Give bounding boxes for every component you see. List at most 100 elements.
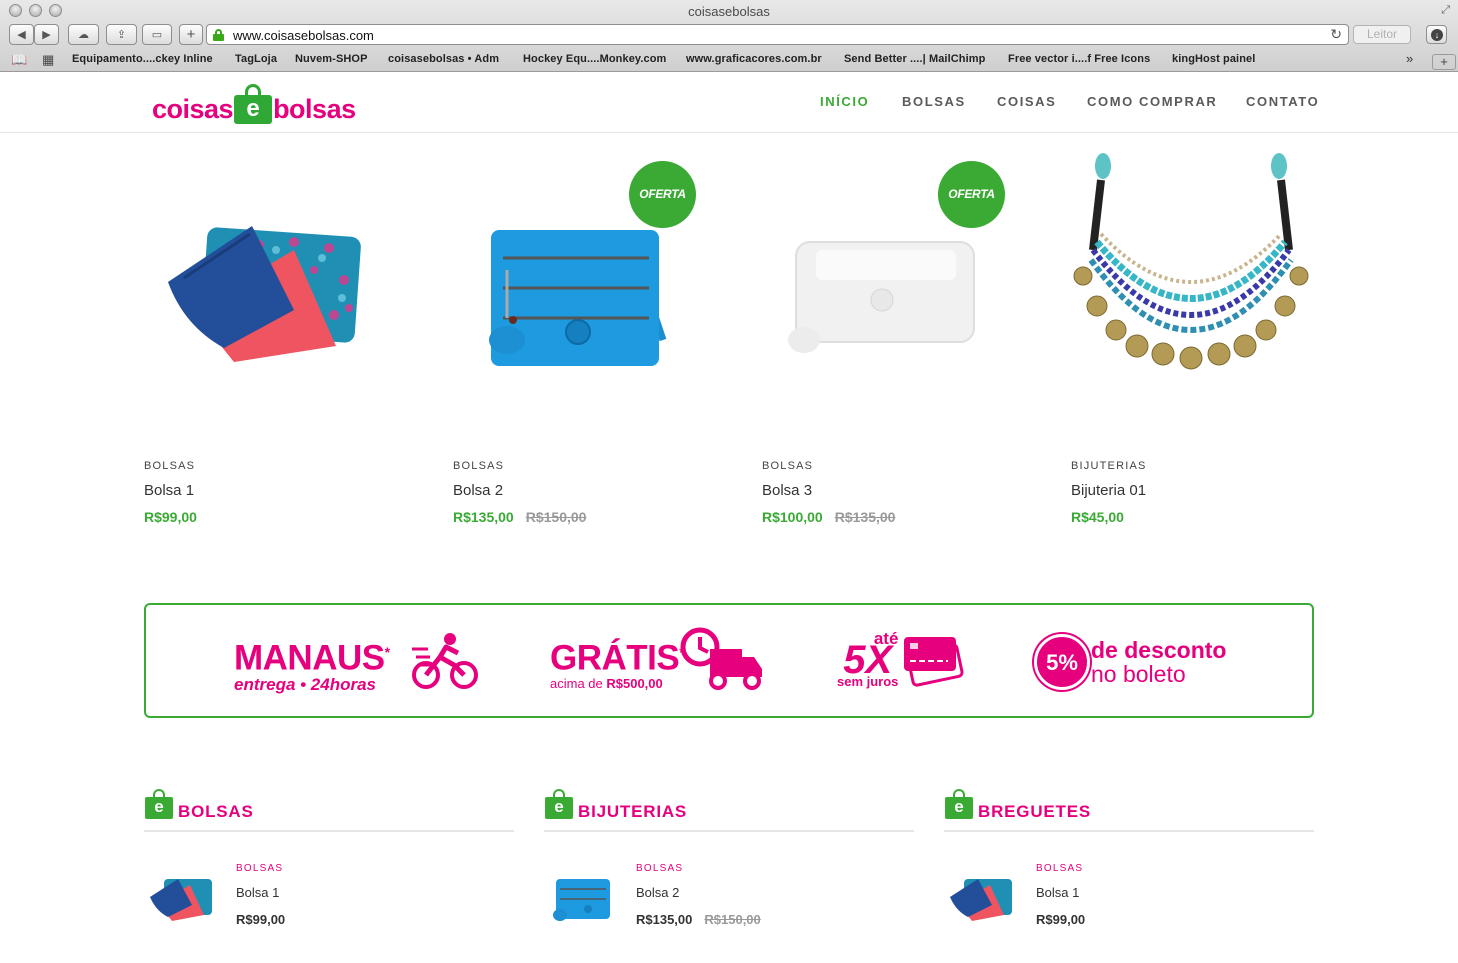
manaus-title: MANAUS: [234, 638, 385, 678]
product-category: BIJUTERIAS: [1071, 460, 1147, 472]
plus-icon: +: [186, 26, 196, 43]
product-category: BOLSAS: [144, 460, 196, 472]
item-category: BOLSAS: [1036, 863, 1084, 874]
discount-percent: 5%: [1034, 634, 1090, 690]
item-price: R$135,00: [636, 912, 693, 927]
item-name[interactable]: Bolsa 2: [636, 885, 679, 900]
url-text[interactable]: www.coisasebolsas.com: [233, 28, 374, 43]
section-title[interactable]: BOLSAS: [178, 802, 254, 822]
item-price-row: R$99,00: [1036, 912, 1085, 927]
fullscreen-icon[interactable]: ⤢: [1441, 4, 1450, 17]
section-header: e BOLSAS: [144, 785, 514, 832]
shopping-bag-icon: e: [545, 789, 573, 819]
discount-percent-badge: 5%: [1034, 634, 1090, 690]
nav-contato[interactable]: CONTATO: [1246, 94, 1319, 109]
pouch-set-image[interactable]: [144, 150, 384, 440]
title-bar: coisasebolsas ⤢: [0, 0, 1458, 22]
product-category: BOLSAS: [453, 460, 505, 472]
nav-bolsas[interactable]: BOLSAS: [902, 94, 966, 109]
reload-icon[interactable]: ↻: [1330, 26, 1342, 43]
nav-inicio[interactable]: INÍCIO: [820, 94, 869, 109]
necklace-image[interactable]: [1071, 150, 1311, 440]
back-arrow-icon: ◀: [17, 29, 26, 41]
bookmark-item[interactable]: Nuvem-SHOP: [295, 53, 368, 65]
reader-button[interactable]: Leitor: [1353, 25, 1411, 44]
product-price-row: R$99,00: [144, 509, 197, 525]
section-header: e BIJUTERIAS: [544, 785, 914, 832]
gratis-subtitle-prefix: acima de: [550, 675, 603, 691]
nav-coisas[interactable]: COISAS: [997, 94, 1056, 109]
logo-text-left: coisas: [152, 94, 234, 124]
site-logo[interactable]: coisas e bolsas: [152, 80, 356, 124]
item-category: BOLSAS: [636, 863, 684, 874]
address-bar[interactable]: www.coisasebolsas.com ↻: [206, 24, 1349, 45]
section-title[interactable]: BIJUTERIAS: [578, 802, 687, 822]
browser-chrome: coisasebolsas ⤢ ◀ ▶ ☁ ⇪ ▭ + www.coisaseb…: [0, 0, 1458, 72]
bookmark-item[interactable]: coisasebolsas • Adm: [388, 53, 499, 65]
bookmarks-bar: 📖 ▦ Equipamento....ckey Inline TagLoja N…: [0, 50, 1458, 70]
bookmark-item[interactable]: kingHost painel: [1172, 53, 1255, 65]
cyclist-icon: [412, 633, 478, 689]
back-button[interactable]: ◀: [9, 24, 34, 45]
product-price-row: R$135,00 R$150,00: [453, 509, 586, 525]
product-name[interactable]: Bolsa 1: [144, 482, 194, 499]
pouch-set-thumbnail[interactable]: [948, 873, 1014, 923]
item-old-price: R$150,00: [704, 912, 761, 927]
item-price: R$99,00: [236, 912, 286, 927]
bookmark-item[interactable]: Send Better ....| MailChimp: [844, 53, 985, 65]
shopping-bag-icon: e: [234, 84, 273, 124]
product-name[interactable]: Bolsa 3: [762, 482, 812, 499]
nav-como-comprar[interactable]: COMO COMPRAR: [1087, 94, 1217, 109]
item-name[interactable]: Bolsa 1: [236, 885, 279, 900]
sidebar-icon: ▭: [151, 29, 163, 41]
item-price: R$99,00: [1036, 912, 1086, 927]
forward-button[interactable]: ▶: [34, 24, 59, 45]
product-old-price: R$135,00: [834, 509, 896, 525]
top-sites-icon[interactable]: ▦: [42, 52, 54, 68]
manaus-subtitle: entrega • 24horas: [234, 674, 377, 694]
downloads-button[interactable]: ↓: [1426, 25, 1447, 44]
blue-crossbody-bag-thumbnail[interactable]: [548, 873, 614, 923]
discount-line-2: no boleto: [1091, 661, 1186, 687]
section-title[interactable]: BREGUETES: [978, 802, 1091, 822]
product-price: R$100,00: [762, 509, 823, 525]
bookmark-item[interactable]: www.graficacores.com.br: [686, 53, 822, 65]
product-name[interactable]: Bijuteria 01: [1071, 482, 1146, 499]
more-bookmarks-icon[interactable]: »: [1406, 51, 1413, 66]
product-category: BOLSAS: [762, 460, 814, 472]
boleto-discount-block: de desconto no boleto: [1091, 638, 1226, 686]
item-name[interactable]: Bolsa 1: [1036, 885, 1079, 900]
bookmark-item[interactable]: Hockey Equ....Monkey.com: [523, 53, 666, 65]
cloud-icon: ☁: [78, 29, 89, 41]
bookmark-item[interactable]: Free vector i....f Free Icons: [1008, 53, 1150, 65]
bookmark-item[interactable]: Equipamento....ckey Inline: [72, 53, 213, 65]
installments-subtitle: sem juros: [837, 674, 899, 689]
product-price: R$135,00: [453, 509, 514, 525]
download-icon: ↓: [1431, 29, 1443, 41]
sale-badge: OFERTA: [938, 161, 1005, 228]
section-header: e BREGUETES: [944, 785, 1314, 832]
sidebar-button[interactable]: ▭: [142, 24, 172, 45]
credit-card-icon: [904, 637, 964, 687]
pouch-set-thumbnail[interactable]: [148, 873, 214, 923]
sale-badge: OFERTA: [629, 161, 696, 228]
new-tab-plus-button[interactable]: +: [179, 24, 203, 45]
installments-block: até 5X sem juros: [837, 630, 899, 689]
shopping-bag-icon: e: [145, 789, 173, 819]
gratis-subtitle-value: R$500,00: [606, 675, 663, 691]
bookmark-item[interactable]: TagLoja: [235, 53, 277, 65]
reading-list-icon[interactable]: 📖: [11, 52, 27, 68]
share-button[interactable]: ⇪: [106, 24, 137, 45]
lock-icon: [213, 29, 224, 41]
product-price-row: R$45,00: [1071, 509, 1124, 525]
browser-toolbar: ◀ ▶ ☁ ⇪ ▭ + www.coisasebolsas.com ↻ Leit…: [0, 23, 1458, 47]
new-tab-button[interactable]: +: [1432, 54, 1456, 70]
benefits-banner: MANAUS* entrega • 24horas GRÁTIS* acima …: [144, 603, 1314, 718]
shopping-bag-icon: e: [945, 789, 973, 819]
site-header: coisas e bolsas INÍCIO BOLSAS COISAS COM…: [0, 72, 1458, 133]
product-name[interactable]: Bolsa 2: [453, 482, 503, 499]
item-category: BOLSAS: [236, 863, 284, 874]
product-old-price: R$150,00: [525, 509, 587, 525]
discount-line-1: de desconto: [1091, 637, 1227, 663]
icloud-tabs-button[interactable]: ☁: [68, 24, 99, 45]
